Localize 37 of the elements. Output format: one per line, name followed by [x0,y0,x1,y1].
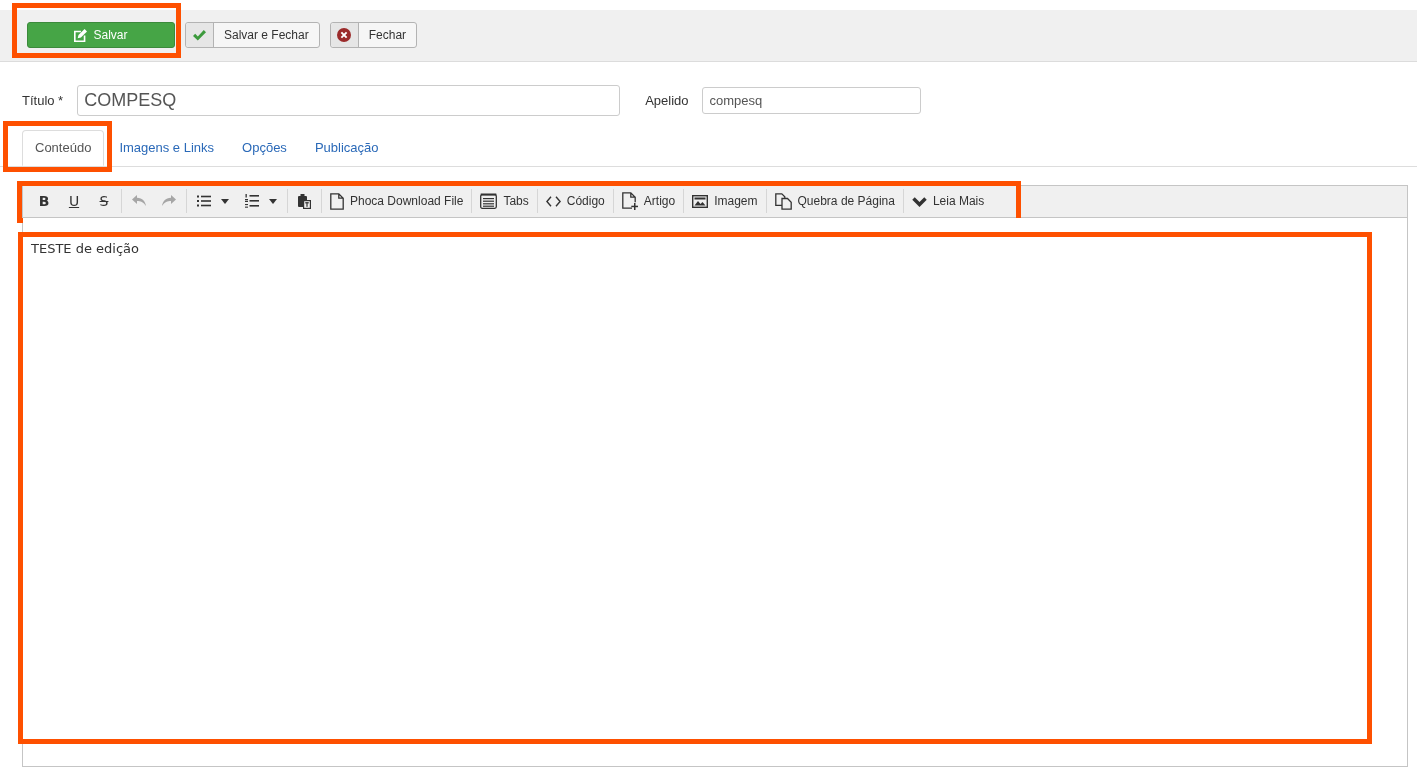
toolbar-button[interactable]: Código [539,189,611,213]
tab[interactable]: Publicação [301,130,392,166]
toolbar-button[interactable]: Quebra de Página [768,189,901,213]
tab[interactable]: Imagens e Links [106,130,228,166]
file-icon [330,192,344,210]
toolbar-button[interactable]: Leia Mais [905,189,991,213]
check-icon [193,29,206,41]
tab[interactable]: Conteúdo [22,130,105,166]
field-label: Título * [22,91,64,110]
bullet-list-icon [197,195,211,207]
edit-icon [74,28,88,42]
code-icon [545,195,561,207]
clipboard-icon [298,193,311,209]
title-field[interactable]: COMPESQ [77,85,621,116]
image-icon [692,194,709,208]
tab[interactable]: Opções [229,130,300,166]
pages-icon [774,192,792,210]
underline-button[interactable]: U [59,189,89,213]
chevron-down-icon [911,195,927,207]
notepad-icon [480,193,498,209]
undo-icon [132,195,146,207]
toolbar-button[interactable]: Tabs [474,189,535,213]
redo-icon [162,195,176,207]
toolbar-button[interactable]: Artigo [615,189,682,213]
close-button[interactable]: Fechar [329,22,418,48]
save-close-button[interactable]: Salvar e Fechar [185,22,320,48]
alias-field[interactable]: compesq [701,87,921,114]
bold-button[interactable]: B [29,189,59,213]
caret-icon [221,198,229,204]
strikethrough-button[interactable]: S [89,189,119,213]
close-icon [337,28,352,42]
caret-icon [269,198,277,204]
page-plus-icon [621,192,638,210]
numbered-list-icon [245,194,259,208]
field-label: Apelido [645,91,689,110]
toolbar-button[interactable]: Phoca Download File [324,189,470,213]
toolbar-button[interactable]: Imagem [686,189,764,213]
